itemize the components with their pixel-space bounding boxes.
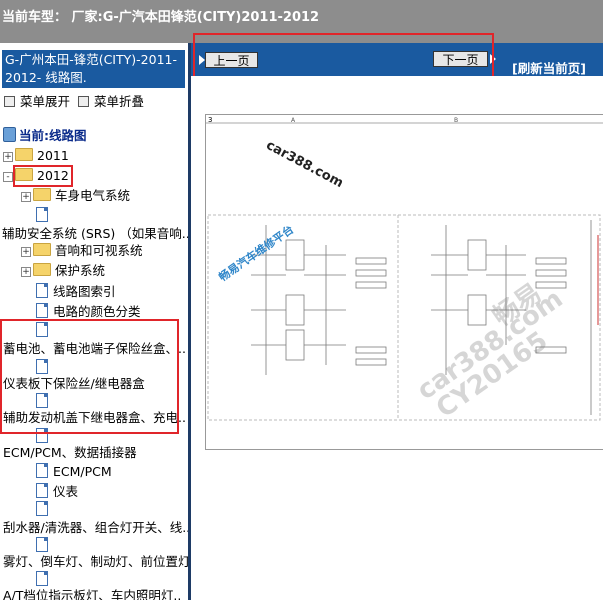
tree-item-audio[interactable]: + 音响和可视系统: [21, 243, 143, 259]
tree-item-label: 辅助安全系统 (SRS) （如果音响..: [2, 226, 188, 241]
tree-item-srs[interactable]: 辅助安全系统 (SRS) （如果音响..: [2, 226, 188, 242]
tree-item-wiper[interactable]: 刮水器/清洗器、组合灯开关、线..: [3, 520, 188, 536]
tree-doc-item[interactable]: [36, 501, 53, 518]
tree-item-2012[interactable]: - 2012: [3, 168, 69, 184]
next-page-button[interactable]: 下一页: [433, 51, 488, 67]
tree-doc-item[interactable]: [36, 207, 53, 224]
tree-item-label: 2012: [37, 168, 69, 183]
document-icon: [36, 463, 48, 478]
refresh-page-link[interactable]: [刷新当前页]: [512, 58, 586, 77]
current-location: 当前:线路图: [3, 127, 87, 144]
tree-item-2011[interactable]: +2011: [3, 148, 69, 164]
document-icon: [36, 322, 48, 337]
tree-item-label: 仪表板下保险丝/继电器盒: [3, 376, 145, 391]
tree-item-label: 蓄电池、蓄电池端子保险丝盒、..: [3, 341, 186, 356]
menu-expand-label: 菜单展开: [20, 94, 71, 109]
current-model-text: 当前车型： 厂家:G-广汽本田锋范(CITY)2011-2012: [2, 10, 320, 25]
tree-item-ecm-pcm-dlc[interactable]: ECM/PCM、数据插接器: [3, 445, 137, 461]
tree-item-color-code[interactable]: 电路的颜色分类: [36, 303, 141, 320]
expand-toggle-icon[interactable]: +: [21, 247, 31, 257]
document-icon: [36, 207, 48, 222]
tree-item-wiring-index[interactable]: 线路图索引: [36, 283, 116, 300]
document-icon: [36, 283, 48, 298]
document-icon: [36, 303, 48, 318]
arrow-right-icon: [490, 54, 496, 64]
tree-item-protection[interactable]: + 保护系统: [21, 263, 105, 279]
top-bar: 当前车型： 厂家:G-广汽本田锋范(CITY)2011-2012: [0, 0, 603, 43]
tree-item-label: 刮水器/清洗器、组合灯开关、线..: [3, 520, 188, 535]
expand-toggle-icon[interactable]: +: [21, 192, 31, 202]
document-icon: [36, 537, 48, 552]
tree-item-label: ECM/PCM、数据插接器: [3, 445, 137, 460]
tree-item-underhood-relay[interactable]: 辅助发动机盖下继电器盒、充电..: [3, 410, 186, 426]
page-number: 3: [208, 116, 212, 124]
panel-title: G-广州本田-锋范(CITY)-2011-2012- 线路图.: [2, 50, 185, 88]
wiring-diagram: 3 A B: [206, 116, 603, 421]
tree-item-lights[interactable]: 雾灯、倒车灯、制动灯、前位置灯..: [3, 554, 188, 570]
tree-item-label: 保护系统: [55, 263, 106, 278]
document-icon: [36, 428, 48, 443]
tree-item-label: A/T档位指示板灯、车内照明灯..: [3, 588, 182, 600]
document-icon: [36, 501, 48, 516]
tree-item-label: 仪表: [53, 484, 79, 499]
tree-item-label: 辅助发动机盖下继电器盒、充电..: [3, 410, 186, 425]
tree-doc-item[interactable]: [36, 393, 53, 410]
tree-item-battery-fuse[interactable]: 蓄电池、蓄电池端子保险丝盒、..: [3, 341, 186, 357]
folder-icon: [15, 148, 33, 161]
menu-collapse-button[interactable]: 菜单折叠: [77, 94, 144, 109]
current-location-label: 当前:线路图: [19, 128, 87, 143]
document-icon: [36, 571, 48, 586]
tree-item-label: 电路的颜色分类: [53, 304, 141, 319]
menu-toggle-row: 菜单展开 菜单折叠: [4, 91, 144, 110]
tree-item-dash-fuse[interactable]: 仪表板下保险丝/继电器盒: [3, 376, 145, 392]
document-icon: [36, 393, 48, 408]
expand-icon: [4, 96, 15, 107]
tree-item-at-indicator[interactable]: A/T档位指示板灯、车内照明灯..: [3, 588, 181, 600]
menu-collapse-label: 菜单折叠: [93, 94, 144, 109]
expand-toggle-icon[interactable]: +: [3, 152, 13, 162]
tree-item-label: 线路图索引: [53, 284, 116, 299]
location-icon: [3, 127, 16, 142]
tree-doc-item[interactable]: [36, 359, 53, 376]
tree-doc-item[interactable]: [36, 571, 53, 588]
tree-item-body-electrical[interactable]: + 车身电气系统: [21, 188, 130, 204]
expand-toggle-icon[interactable]: +: [21, 267, 31, 277]
tree-item-label: 雾灯、倒车灯、制动灯、前位置灯..: [3, 554, 188, 569]
tree-doc-item[interactable]: [36, 322, 53, 339]
prev-page-button[interactable]: 上一页: [205, 52, 258, 68]
collapse-icon: [77, 96, 89, 107]
tree-item-label: 2011: [37, 148, 69, 163]
folder-icon: [33, 243, 51, 256]
tree-doc-item[interactable]: [36, 428, 53, 445]
left-panel: G-广州本田-锋范(CITY)-2011-2012- 线路图. 菜单展开 菜单折…: [0, 43, 188, 600]
tree-item-gauges[interactable]: 仪表: [36, 483, 78, 500]
tree-item-label: ECM/PCM: [53, 464, 112, 479]
tree-item-label: 车身电气系统: [55, 188, 131, 203]
column-b-label: B: [454, 117, 458, 124]
tree-item-label: 音响和可视系统: [55, 243, 143, 258]
document-icon: [36, 359, 48, 374]
document-icon: [36, 483, 48, 498]
wiring-diagram-page: 3 A B: [205, 114, 603, 450]
menu-expand-button[interactable]: 菜单展开: [4, 94, 70, 109]
collapse-toggle-icon[interactable]: -: [3, 172, 13, 182]
tree-item-ecm-pcm[interactable]: ECM/PCM: [36, 463, 112, 480]
folder-icon: [15, 168, 33, 181]
folder-icon: [33, 188, 51, 201]
tree-doc-item[interactable]: [36, 537, 53, 554]
folder-icon: [33, 263, 51, 276]
